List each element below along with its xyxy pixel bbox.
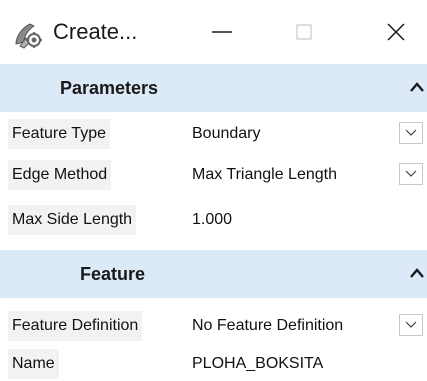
- feature-definition-label: Feature Definition: [8, 311, 143, 341]
- edge-method-dropdown-button[interactable]: [399, 163, 423, 185]
- feature-definition-dropdown-button[interactable]: [399, 314, 423, 336]
- parameters-section-header[interactable]: Parameters: [0, 64, 427, 112]
- chevron-down-icon: [405, 129, 417, 136]
- feature-definition-select[interactable]: No Feature Definition: [192, 311, 343, 341]
- collapse-chevron-up-icon[interactable]: [409, 79, 425, 95]
- maximize-button[interactable]: [278, 12, 330, 52]
- close-button[interactable]: [370, 12, 422, 52]
- max-side-length-input[interactable]: 1.000: [192, 205, 232, 235]
- feature-section-header[interactable]: Feature: [0, 250, 427, 298]
- parameters-section-title: Parameters: [60, 78, 159, 98]
- collapse-chevron-up-icon[interactable]: [409, 265, 425, 281]
- create-feature-icon: [12, 18, 44, 50]
- name-input[interactable]: PLOHA_BOKSITA: [192, 349, 323, 379]
- max-side-length-row: Max Side Length 1.000: [0, 203, 427, 237]
- max-side-length-label: Max Side Length: [8, 205, 137, 235]
- feature-type-label: Feature Type: [8, 119, 110, 149]
- title-bar: Create...: [0, 0, 427, 64]
- edge-method-select[interactable]: Max Triangle Length: [192, 160, 337, 190]
- window-title: Create...: [53, 19, 138, 44]
- feature-definition-row: Feature Definition No Feature Definition: [0, 309, 427, 343]
- name-row: Name PLOHA_BOKSITA: [0, 347, 427, 381]
- minimize-icon: [212, 31, 232, 33]
- edge-method-row: Edge Method Max Triangle Length: [0, 158, 427, 192]
- feature-type-row: Feature Type Boundary: [0, 117, 427, 151]
- feature-type-dropdown-button[interactable]: [399, 122, 423, 144]
- close-icon: [387, 23, 405, 41]
- name-label: Name: [8, 349, 59, 379]
- edge-method-label: Edge Method: [8, 160, 112, 190]
- minimize-button[interactable]: [196, 12, 248, 52]
- chevron-down-icon: [405, 321, 417, 328]
- maximize-icon: [296, 24, 312, 40]
- chevron-down-icon: [405, 170, 417, 177]
- feature-section-title: Feature: [80, 264, 146, 284]
- feature-type-select[interactable]: Boundary: [192, 119, 261, 149]
